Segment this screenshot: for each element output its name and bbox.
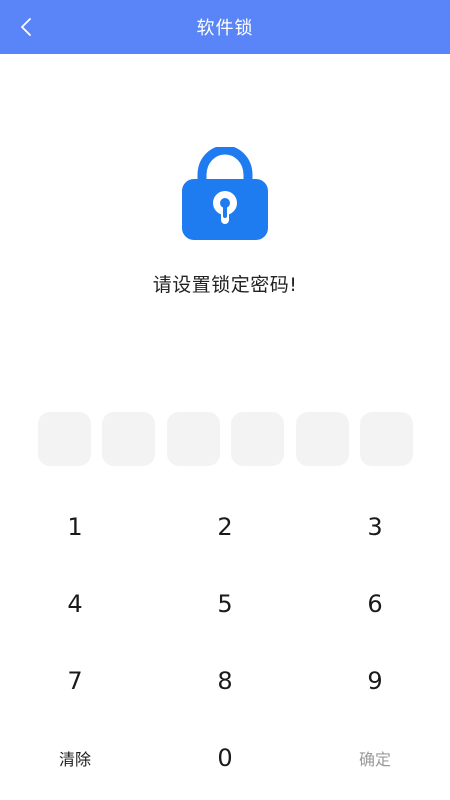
key-6[interactable]: 6 [300, 565, 450, 642]
key-5[interactable]: 5 [150, 565, 300, 642]
key-4[interactable]: 4 [0, 565, 150, 642]
key-3[interactable]: 3 [300, 488, 450, 565]
keypad-row: 4 5 6 [0, 565, 450, 642]
clear-button[interactable]: 清除 [0, 719, 150, 796]
set-password-prompt: 请设置锁定密码! [152, 274, 298, 296]
lock-icon [182, 147, 268, 240]
pin-digit-box [38, 412, 91, 466]
keypad-row: 清除 0 确定 [0, 719, 450, 796]
page-title: 软件锁 [196, 18, 254, 39]
pin-digit-box [166, 412, 220, 466]
pin-digit-box [231, 412, 285, 466]
pin-digit-box [102, 412, 156, 466]
key-2[interactable]: 2 [150, 488, 300, 565]
pin-input-row [38, 412, 413, 466]
key-0[interactable]: 0 [150, 719, 300, 796]
confirm-button[interactable]: 确定 [300, 719, 450, 796]
back-button[interactable] [6, 7, 46, 47]
keypad-row: 7 8 9 [0, 642, 450, 719]
key-8[interactable]: 8 [150, 642, 300, 719]
key-9[interactable]: 9 [300, 642, 450, 719]
key-7[interactable]: 7 [0, 642, 150, 719]
pin-digit-box [359, 412, 413, 466]
key-1[interactable]: 1 [0, 488, 150, 565]
pin-digit-box [295, 412, 349, 466]
app-header: 软件锁 [0, 0, 450, 54]
keypad-row: 1 2 3 [0, 488, 450, 565]
chevron-left-icon [21, 18, 31, 36]
number-keypad: 1 2 3 4 5 6 7 8 9 清除 0 确定 [0, 488, 450, 796]
